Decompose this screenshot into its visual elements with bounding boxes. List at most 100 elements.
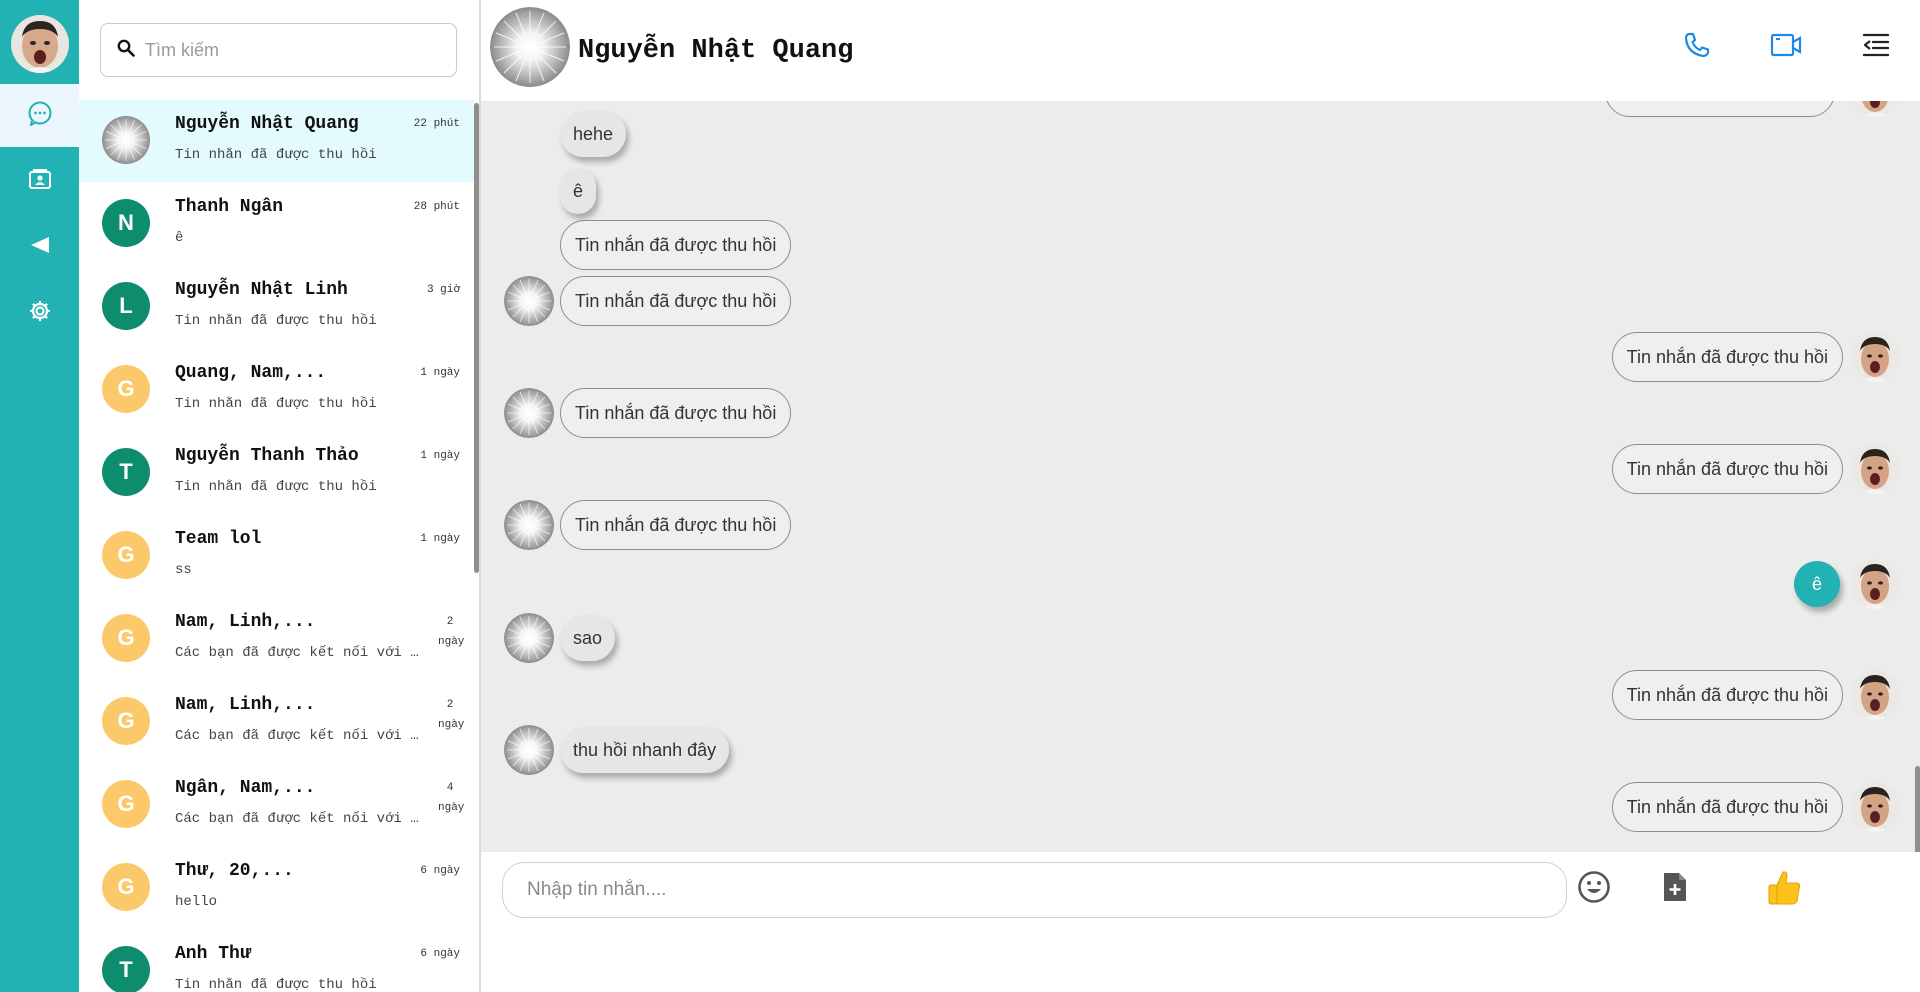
starburst-avatar-icon: [102, 116, 150, 164]
attach-file-button[interactable]: [1655, 869, 1695, 909]
sent-message[interactable]: Tin nhắn đã được thu hồi: [1611, 332, 1843, 382]
received-message[interactable]: hehe: [560, 111, 627, 157]
sender-avatar[interactable]: [504, 613, 554, 663]
video-call-button[interactable]: [1769, 30, 1803, 64]
conversation-avatar: T: [102, 448, 150, 496]
nav-rail: [0, 0, 79, 992]
like-button[interactable]: [1764, 869, 1804, 909]
conversation-time: 2 ngày: [438, 616, 465, 648]
starburst-avatar-icon: [504, 613, 554, 663]
received-message[interactable]: Tin nhắn đã được thu hồi: [560, 500, 792, 550]
received-message[interactable]: thu hồi nhanh đây: [560, 727, 730, 773]
sent-message[interactable]: Tin nhắn đã được thu hồi: [1611, 444, 1843, 494]
conversation-time: 6 ngày: [420, 948, 460, 960]
message-input-box[interactable]: [502, 862, 1567, 918]
conversation-time: 3 giờ: [426, 284, 460, 296]
conversation-name: Nguyễn Thanh Thảo: [175, 446, 359, 466]
received-message[interactable]: Tin nhắn đã được thu hồi: [560, 388, 792, 438]
search-icon: [117, 39, 135, 62]
my-message-avatar[interactable]: [1850, 782, 1900, 832]
settings-icon: [29, 300, 51, 327]
conversation-time: 22 phút: [413, 118, 460, 130]
sent-message[interactable]: ê: [1793, 561, 1840, 607]
starburst-avatar-icon: [504, 388, 554, 438]
conversation-preview: Tin nhắn đã được thu hồi: [175, 396, 377, 412]
sent-message[interactable]: Tin nhắn đã được thu hồi: [1611, 782, 1843, 832]
conversation-time: 6 ngày: [420, 865, 460, 877]
sender-avatar[interactable]: [504, 725, 554, 775]
conversation-preview: Các bạn đã được kết nối với nhau: [175, 728, 425, 744]
received-message[interactable]: Tin nhắn đã được thu hồi: [560, 220, 792, 270]
sent-message[interactable]: Tin nhắn đã được thu hồi: [1611, 670, 1843, 720]
video-icon: [1770, 32, 1802, 63]
sender-avatar[interactable]: [504, 388, 554, 438]
conversation-item[interactable]: G Team lol ss 1 ngày: [79, 515, 474, 597]
conversation-item[interactable]: G Quang, Nam,... Tin nhắn đã được thu hồi 1…: [79, 349, 474, 431]
like-icon: [1766, 868, 1802, 911]
conversation-item[interactable]: L Nguyễn Nhật Linh Tin nhắn đã được thu hồ…: [79, 266, 474, 348]
message-input[interactable]: [525, 878, 1529, 902]
conversation-item[interactable]: Nguyễn Nhật Quang Tin nhắn đã được thu hồ…: [79, 100, 474, 182]
contacts-icon: [28, 169, 51, 194]
sender-avatar[interactable]: [504, 500, 554, 550]
nav-settings[interactable]: [0, 282, 79, 345]
conversation-preview: Các bạn đã được kết nối với nhau: [175, 645, 425, 661]
conversation-item[interactable]: G Thư, 20,... hello 6 ngày: [79, 847, 474, 929]
conversation-avatar: G: [102, 365, 150, 413]
starburst-avatar-icon: [504, 276, 554, 326]
conversation-name: Nguyễn Nhật Quang: [175, 114, 359, 134]
received-message[interactable]: Tin nhắn đã được thu hồi: [560, 276, 792, 326]
conversation-name: Thanh Ngân: [175, 197, 284, 217]
conversation-item[interactable]: G Nam, Linh,... Các bạn đã được kết nối vớ…: [79, 681, 474, 763]
conversation-avatar: G: [102, 697, 150, 745]
conversation-time: 28 phút: [413, 201, 460, 213]
conversation-item[interactable]: T Anh Thư Tin nhắn đã được thu hồi 6 ngày: [79, 930, 474, 992]
starburst-avatar-icon: [504, 725, 554, 775]
nav-contacts[interactable]: [0, 150, 79, 213]
message-list[interactable]: hehe ê Tin nhắn đã được thu hồi Tin nhắn đã…: [481, 101, 1920, 852]
conversation-item[interactable]: T Nguyễn Thanh Thảo Tin nhắn đã được thu h…: [79, 432, 474, 514]
conversation-list-pane: Nguyễn Nhật Quang Tin nhắn đã được thu hồ…: [79, 0, 481, 992]
nav-send[interactable]: [0, 216, 79, 279]
conversation-item[interactable]: G Ngân, Nam,... Các bạn đã được kết nối vớ…: [79, 764, 474, 846]
conversation-preview: hello: [175, 894, 218, 910]
my-avatar[interactable]: [11, 15, 69, 73]
user-photo-icon: [1850, 559, 1900, 609]
received-message[interactable]: ê: [560, 168, 597, 214]
my-message-avatar[interactable]: [1850, 670, 1900, 720]
conversation-preview: Tin nhắn đã được thu hồi: [175, 479, 377, 495]
voice-call-button[interactable]: [1680, 30, 1714, 64]
user-photo-icon: [1850, 444, 1900, 494]
conversation-name: Anh Thư: [175, 944, 251, 964]
conversation-avatar: [102, 116, 150, 164]
emoji-icon: [1577, 870, 1611, 909]
conversation-time: 1 ngày: [420, 367, 460, 379]
my-message-avatar[interactable]: [1850, 444, 1900, 494]
sender-avatar[interactable]: [504, 276, 554, 326]
search-input[interactable]: [143, 38, 447, 62]
conversation-avatar: G: [102, 780, 150, 828]
search-box[interactable]: [100, 23, 457, 77]
starburst-avatar-icon: [490, 7, 570, 87]
conversation-item[interactable]: G Nam, Linh,... Các bạn đã được kết nối vớ…: [79, 598, 474, 680]
chat-header: Nguyễn Nhật Quang: [481, 2, 1920, 102]
list-scrollbar[interactable]: [474, 103, 479, 573]
conversation-item[interactable]: N Thanh Ngân ê 28 phút: [79, 183, 474, 265]
received-message[interactable]: sao: [560, 615, 616, 661]
conversation-name: Thư, 20,...: [175, 861, 294, 881]
chat-header-avatar[interactable]: [490, 7, 570, 87]
conversation-preview: Tin nhắn đã được thu hồi: [175, 313, 377, 329]
chat-icon: [27, 100, 53, 131]
my-message-avatar[interactable]: [1850, 332, 1900, 382]
conversation-avatar: G: [102, 614, 150, 662]
conversation-preview: ss: [175, 562, 192, 578]
conversation-info-button[interactable]: [1859, 30, 1893, 64]
message-scrollbar[interactable]: [1915, 766, 1920, 852]
emoji-button[interactable]: [1574, 869, 1614, 909]
conversation-avatar: G: [102, 531, 150, 579]
my-message-avatar[interactable]: [1850, 559, 1900, 609]
user-photo-icon: [1850, 332, 1900, 382]
nav-messages[interactable]: [0, 84, 79, 147]
conversation-name: Nguyễn Nhật Linh: [175, 280, 348, 300]
conversation-name: Ngân, Nam,...: [175, 778, 316, 798]
